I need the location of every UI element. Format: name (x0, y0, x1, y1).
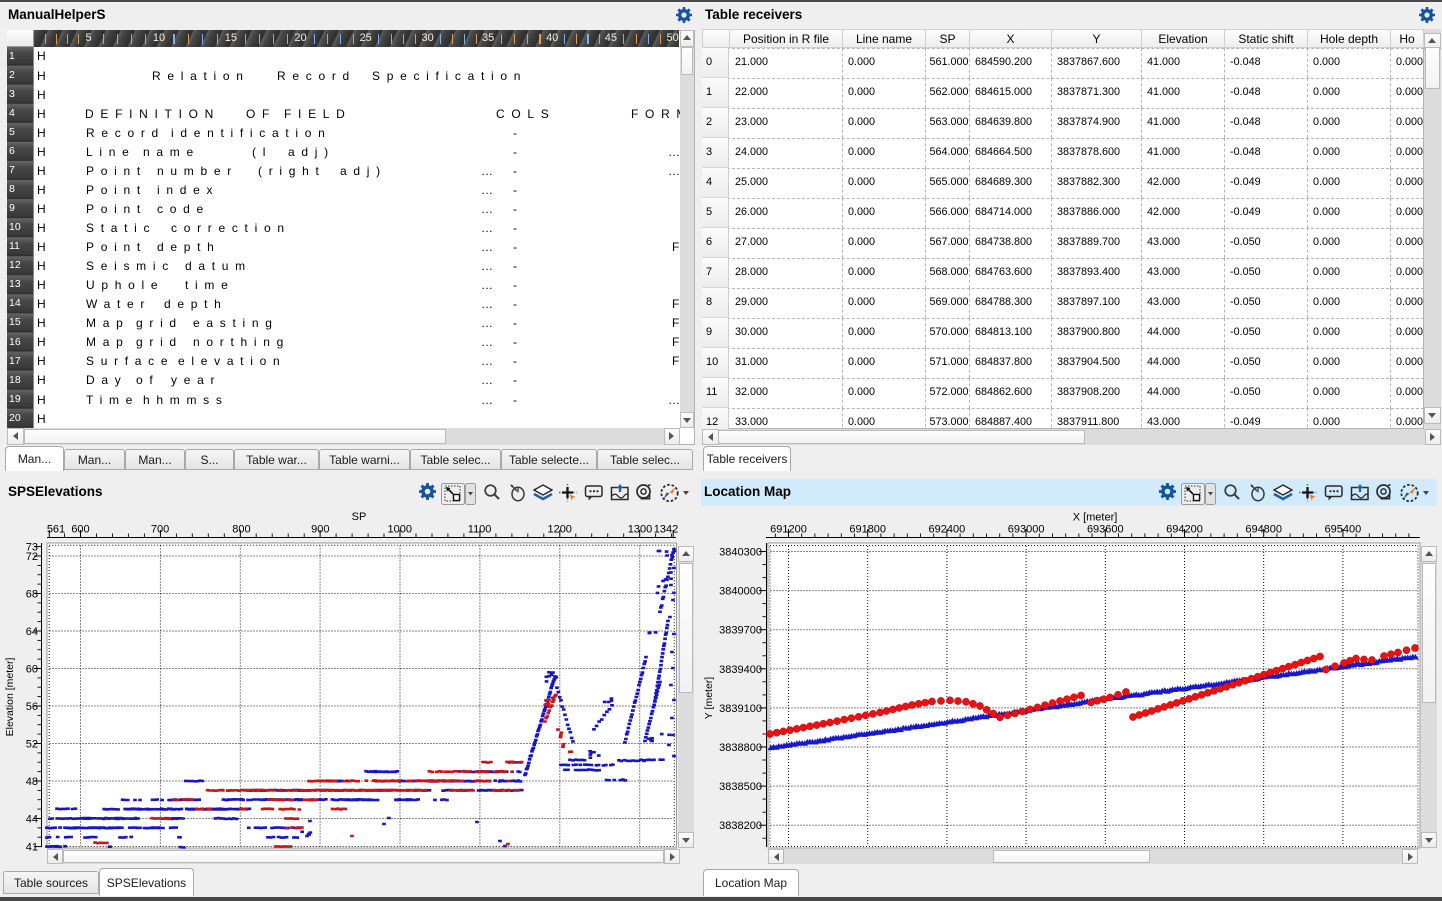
svg-text:3838800: 3838800 (719, 742, 762, 754)
svg-text:3840300: 3840300 (719, 547, 762, 559)
svg-text:Y [meter]: Y [meter] (703, 677, 715, 719)
svg-text:3839700: 3839700 (719, 625, 762, 637)
svg-text:3838200: 3838200 (719, 820, 762, 832)
svg-text:3839400: 3839400 (719, 664, 762, 676)
svg-text:3838500: 3838500 (719, 781, 762, 793)
svg-text:3839100: 3839100 (719, 703, 762, 715)
svg-text:3840000: 3840000 (719, 586, 762, 598)
svg-text:X [meter]: X [meter] (1073, 512, 1118, 524)
